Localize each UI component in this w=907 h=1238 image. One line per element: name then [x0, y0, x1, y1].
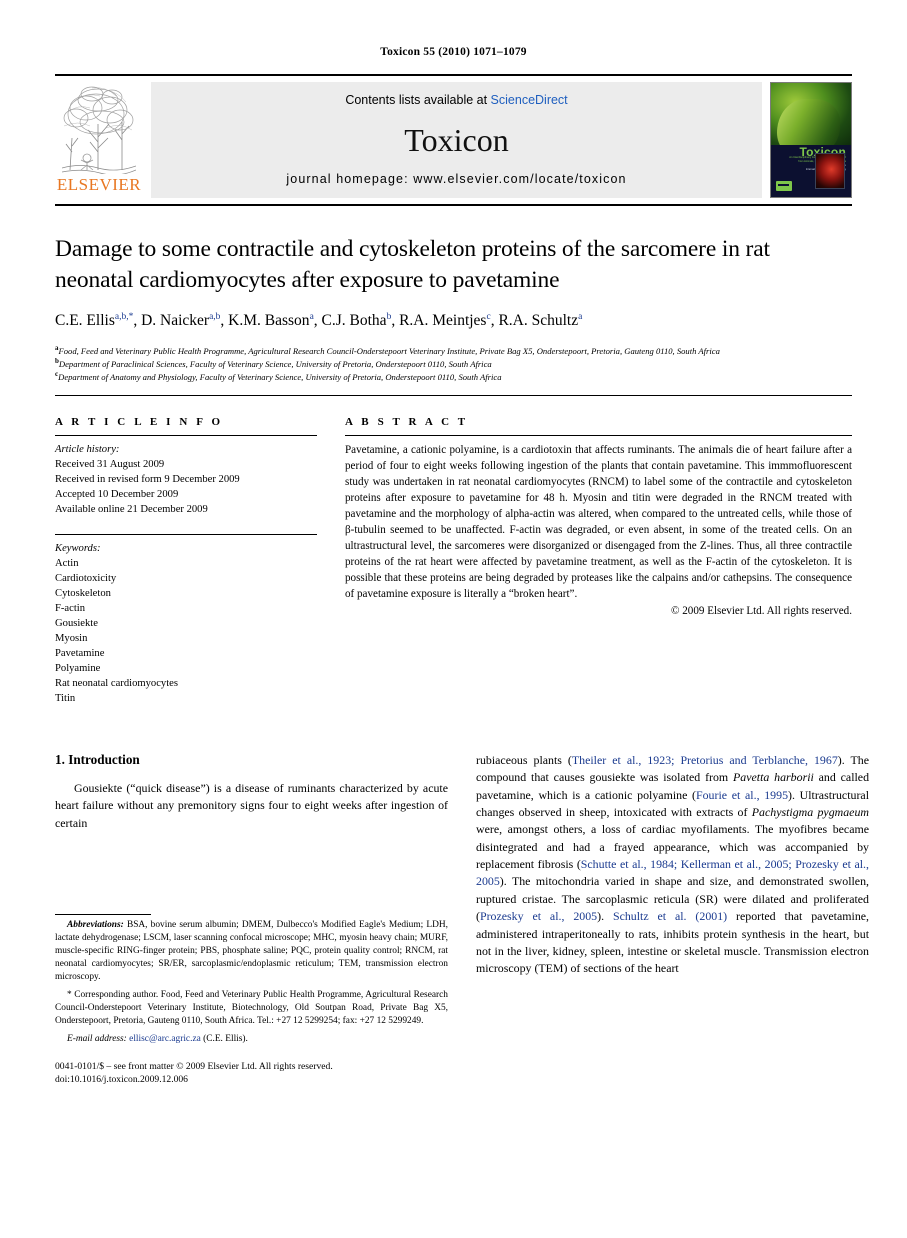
- elsevier-logo: ELSEVIER: [55, 76, 143, 204]
- intro-paragraph-left: Gousiekte (“quick disease”) is a disease…: [55, 780, 448, 830]
- author-name: R.A. Schultz: [498, 312, 579, 330]
- abbreviations-footnote: Abbreviations: BSA, bovine serum albumin…: [55, 919, 448, 984]
- citation-link[interactable]: Schultz et al. (2001): [613, 909, 727, 923]
- affiliation-item: aFood, Feed and Veterinary Public Health…: [55, 344, 852, 357]
- citation-link[interactable]: Prozesky et al., 2005: [480, 909, 597, 923]
- keyword-item: Myosin: [55, 632, 88, 644]
- email-label: E-mail address:: [67, 1034, 127, 1045]
- body-text: rubiaceous plants (: [476, 752, 572, 767]
- article-history-items: Received 31 August 2009 Received in revis…: [55, 457, 317, 517]
- abstract-heading: A B S T R A C T: [345, 416, 469, 429]
- elsevier-wordmark: ELSEVIER: [56, 175, 142, 194]
- issn-line: 0041-0101/$ – see front matter © 2009 El…: [55, 1061, 333, 1073]
- journal-title: Toxicon: [404, 121, 509, 158]
- body-column-right: rubiaceous plants (Theiler et al., 1923;…: [476, 752, 869, 1087]
- article-history-item: Accepted 10 December 2009: [55, 489, 179, 501]
- footnote-rule: [55, 914, 151, 916]
- body-text: ).: [597, 909, 613, 924]
- article-history-item: Received 31 August 2009: [55, 459, 165, 471]
- issn-block: 0041-0101/$ – see front matter © 2009 El…: [55, 1060, 448, 1087]
- article-info-heading: A R T I C L E I N F O: [55, 416, 224, 429]
- abstract-column: A B S T R A C T Pavetamine, a cationic p…: [345, 416, 852, 706]
- keyword-item: Gousiekte: [55, 617, 98, 629]
- paper-page: Toxicon 55 (2010) 1071–1079 ELSEVIER Con…: [0, 0, 907, 1238]
- running-head: Toxicon 55 (2010) 1071–1079: [380, 46, 527, 58]
- affiliation-item: bDepartment of Paraclinical Sciences, Fa…: [55, 357, 852, 370]
- email-footnote: E-mail address: ellisc@arc.agric.za (C.E…: [55, 1033, 448, 1046]
- journal-masthead: ELSEVIER Contents lists available at Sci…: [55, 74, 852, 206]
- journal-cover-thumbnail: Toxicon An Interdisciplinary Journal on …: [770, 82, 852, 198]
- affiliation-list: aFood, Feed and Veterinary Public Health…: [55, 344, 852, 383]
- cover-publisher-badge-icon: [776, 181, 792, 191]
- email-owner: (C.E. Ellis).: [203, 1034, 248, 1045]
- abstract-copyright: © 2009 Elsevier Ltd. All rights reserved…: [671, 605, 852, 618]
- keywords-block: Keywords: Actin Cardiotoxicity Cytoskeleto…: [55, 535, 317, 706]
- article-history-item: Received in revised form 9 December 2009: [55, 474, 240, 486]
- keyword-items: Actin Cardiotoxicity Cytoskeleton F-actin Go…: [55, 556, 317, 706]
- abbreviations-label: Abbreviations:: [67, 920, 124, 931]
- author-name: D. Naicker: [141, 312, 210, 330]
- keyword-item: Cytoskeleton: [55, 587, 111, 599]
- author-affiliation-mark: a: [578, 312, 583, 323]
- affiliation-text: Food, Feed and Veterinary Public Health …: [58, 346, 720, 357]
- email-address-link[interactable]: ellisc@arc.agric.za: [129, 1034, 201, 1044]
- keyword-item: Rat neonatal cardiomyocytes: [55, 677, 178, 689]
- journal-homepage-link[interactable]: journal homepage: www.elsevier.com/locat…: [286, 172, 626, 186]
- species-name: Pavetta harborii: [733, 770, 814, 785]
- keywords-label: Keywords:: [55, 542, 101, 554]
- keyword-item: Cardiotoxicity: [55, 572, 117, 584]
- section-title-introduction: 1. Introduction: [55, 751, 140, 767]
- article-history: Article history: Received 31 August 2009…: [55, 436, 317, 517]
- doi-line[interactable]: doi:10.1016/j.toxicon.2009.12.006: [55, 1073, 448, 1086]
- citation-link[interactable]: Fourie et al., 1995: [696, 788, 788, 802]
- article-history-label: Article history:: [55, 444, 120, 456]
- author-affiliation-mark: a: [309, 312, 314, 323]
- keyword-item: Actin: [55, 557, 79, 569]
- keyword-item: Polyamine: [55, 662, 101, 674]
- keyword-item: Titin: [55, 692, 76, 704]
- page-title: Damage to some contractile and cytoskele…: [55, 236, 770, 293]
- intro-paragraph-right: rubiaceous plants (Theiler et al., 1923;…: [476, 752, 869, 978]
- journal-banner: Contents lists available at ScienceDirec…: [151, 82, 762, 198]
- affiliation-text: Department of Paraclinical Sciences, Fac…: [58, 359, 492, 370]
- sciencedirect-link[interactable]: ScienceDirect: [491, 93, 568, 107]
- keyword-item: F-actin: [55, 602, 86, 614]
- title-block: Damage to some contractile and cytoskele…: [55, 206, 852, 397]
- species-name: Pachystigma pygmaeum: [751, 804, 869, 819]
- affiliation-text: Department of Anatomy and Physiology, Fa…: [58, 372, 502, 383]
- info-abstract-row: A R T I C L E I N F O Article history: R…: [55, 396, 852, 706]
- author-affiliation-mark: a,b,*: [114, 312, 134, 323]
- contents-available-line: Contents lists available at ScienceDirec…: [345, 93, 567, 107]
- elsevier-tree-icon: [62, 82, 136, 174]
- article-info-column: A R T I C L E I N F O Article history: R…: [55, 416, 317, 706]
- contents-prefix: Contents lists available at: [345, 93, 491, 107]
- author-affiliation-mark: a,b: [209, 312, 221, 323]
- author-name: K.M. Basson: [228, 312, 310, 330]
- citation-link[interactable]: Theiler et al., 1923; Pretorius and Terb…: [572, 753, 838, 767]
- article-history-item: Available online 21 December 2009: [55, 504, 208, 516]
- corresponding-author-footnote: * Corresponding author. Food, Feed and V…: [55, 990, 448, 1027]
- author-name: R.A. Meintjes: [399, 312, 487, 330]
- body-columns: 1. Introduction Gousiekte (“quick diseas…: [55, 706, 869, 1087]
- abstract-text: Pavetamine, a cationic polyamine, is a c…: [345, 444, 852, 601]
- author-list: C.E. Ellisa,b,*, D. Naickera,b, K.M. Bas…: [55, 312, 583, 330]
- author-affiliation-mark: c: [486, 312, 491, 323]
- footnote-block: Abbreviations: BSA, bovine serum albumin…: [55, 914, 448, 1087]
- body-column-left: 1. Introduction Gousiekte (“quick diseas…: [55, 752, 448, 1087]
- cover-inset-image: [815, 153, 845, 189]
- author-name: C.E. Ellis: [55, 312, 115, 330]
- author-name: C.J. Botha: [321, 312, 387, 330]
- keyword-item: Pavetamine: [55, 647, 105, 659]
- author-affiliation-mark: b: [386, 312, 392, 323]
- affiliation-item: cDepartment of Anatomy and Physiology, F…: [55, 370, 852, 383]
